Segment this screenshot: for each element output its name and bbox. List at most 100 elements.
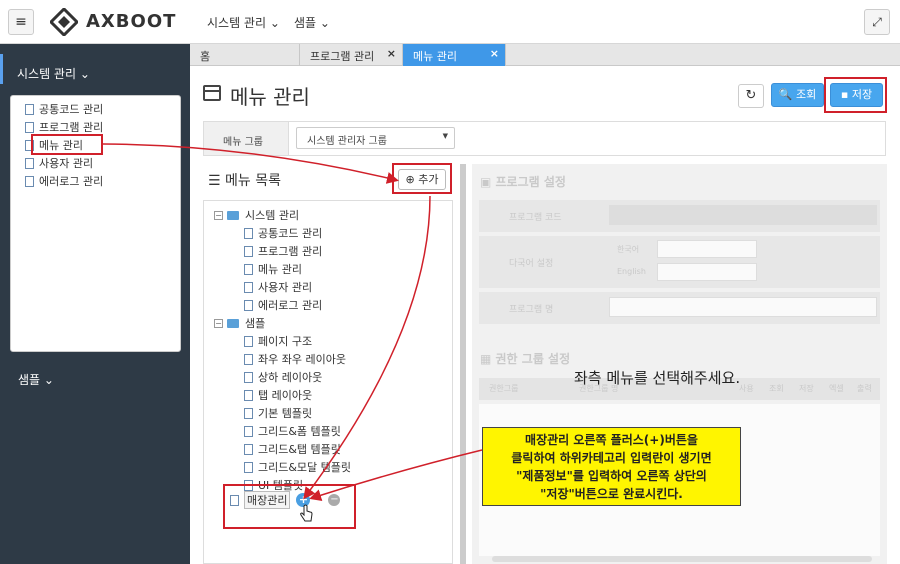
menu-list-title: ☰ 메뉴 목록 (208, 170, 281, 190)
tree-node[interactable]: 사용자 관리 (244, 278, 351, 296)
select-menu-message: 좌측 메뉴를 선택해주세요. (574, 369, 741, 387)
col-read: 조회 (769, 384, 784, 393)
tree-node[interactable]: 기본 템플릿 (244, 404, 351, 422)
file-icon (244, 299, 253, 311)
col-save: 저장 (799, 384, 814, 393)
annotation-box-new-item (223, 484, 356, 529)
tree-node-label: 기본 템플릿 (258, 407, 313, 420)
program-code-label: 프로그램 코드 (509, 213, 562, 223)
tab-label: 프로그램 관리 (310, 50, 375, 63)
tree-node[interactable]: 탭 레이아웃 (244, 386, 351, 404)
tree-node[interactable]: 상하 레이아웃 (244, 368, 351, 386)
program-name-select[interactable] (609, 297, 877, 317)
close-icon[interactable]: × (387, 47, 396, 60)
tab-label: 메뉴 관리 (413, 50, 457, 63)
list-icon: ☰ (208, 173, 221, 189)
english-label: English (617, 267, 646, 276)
tree-node[interactable]: 그리드&탭 템플릿 (244, 440, 351, 458)
tree-node[interactable]: 그리드&모달 템플릿 (244, 458, 351, 476)
col-print: 출력 (857, 384, 872, 393)
tree-node-label: 좌우 좌우 레이아웃 (258, 353, 346, 366)
collapse-toggle-icon[interactable]: − (214, 210, 223, 220)
panel-splitter[interactable] (460, 164, 466, 564)
annotation-box-sidebar-menu (31, 134, 103, 155)
menu-group-label: 메뉴 그룹 (204, 122, 289, 155)
tab-label: 홈 (200, 50, 211, 63)
file-icon (244, 263, 253, 275)
sidebar-item-label: 프로그램 관리 (39, 121, 104, 134)
annotation-box-add (392, 163, 452, 194)
search-button-label: 조회 (795, 88, 817, 101)
english-input[interactable] (657, 263, 757, 281)
tree-node-label: 그리드&폼 템플릿 (258, 425, 341, 438)
sidebar: 시스템 관리 ⌄ 공통코드 관리 프로그램 관리 메뉴 관리 사용자 관리 에러… (0, 44, 190, 564)
refresh-button[interactable]: ↻ (738, 84, 764, 108)
page-title: 메뉴 관리 (230, 85, 310, 109)
file-icon (244, 281, 253, 293)
logo-text: AXBOOT (86, 11, 177, 32)
tree-node-label: 그리드&모달 템플릿 (258, 461, 352, 474)
tree-node-label: 상하 레이아웃 (258, 371, 323, 384)
search-button[interactable]: 🔍 조회 (771, 83, 824, 107)
file-icon (25, 103, 34, 115)
sidebar-item-error-log[interactable]: 에러로그 관리 (25, 172, 180, 190)
tab-menu-management[interactable]: 메뉴 관리 × (403, 44, 506, 66)
auth-group-title-text: 권한 그룹 설정 (495, 352, 571, 366)
hamburger-menu-icon[interactable]: ≡ (8, 9, 34, 35)
tab-home[interactable]: 홈 (190, 44, 300, 66)
korean-input[interactable] (657, 240, 757, 258)
collapse-toggle-icon[interactable]: − (214, 318, 223, 328)
tree-node[interactable]: 공통코드 관리 (244, 224, 351, 242)
tree-node[interactable]: 에러로그 관리 (244, 296, 351, 314)
file-icon (244, 407, 253, 419)
program-settings-title: ▣ 프로그램 설정 (480, 175, 566, 189)
tree-node-label: 공통코드 관리 (258, 227, 323, 240)
sidebar-item-common-code[interactable]: 공통코드 관리 (25, 100, 180, 118)
horizontal-scrollbar[interactable] (492, 556, 872, 562)
col-auth: 권한그룹 (489, 384, 519, 393)
chevron-down-icon: ▼ (442, 132, 448, 140)
topnav-system-management[interactable]: 시스템 관리 ⌄ (207, 14, 280, 31)
sidebar-section-sample[interactable]: 샘플 ⌄ (18, 371, 54, 388)
tree-node-label: 샘플 (245, 317, 266, 330)
file-icon (244, 335, 253, 347)
file-icon (244, 425, 253, 437)
close-icon[interactable]: × (490, 47, 499, 60)
program-code-row: 프로그램 코드 (479, 200, 880, 232)
callout-line: "저장"버튼으로 완료시킨다. (540, 487, 683, 501)
tree-node[interactable]: 좌우 좌우 레이아웃 (244, 350, 351, 368)
multilang-row: 다국어 설정 한국어 English (479, 236, 880, 288)
topnav-sample[interactable]: 샘플 ⌄ (294, 14, 330, 31)
file-icon (244, 461, 253, 473)
program-name-label: 프로그램 명 (509, 305, 554, 315)
search-icon: 🔍 (778, 88, 793, 101)
sidebar-section-system[interactable]: 시스템 관리 ⌄ (0, 54, 190, 84)
tree-node-label: 탭 레이아웃 (258, 389, 313, 402)
fullscreen-icon[interactable]: ⤢ (864, 9, 890, 35)
tree-node[interactable]: 메뉴 관리 (244, 260, 351, 278)
file-icon (25, 157, 34, 169)
file-icon (25, 175, 34, 187)
menu-group-select[interactable]: 시스템 관리자 그룹 ▼ (296, 127, 455, 149)
file-icon (25, 121, 34, 133)
tab-program-management[interactable]: 프로그램 관리 × (300, 44, 403, 66)
tree-node[interactable]: 프로그램 관리 (244, 242, 351, 260)
callout-line: "제품정보"를 입력하여 오른쪽 상단의 (516, 469, 707, 483)
program-code-input[interactable] (609, 205, 877, 225)
tree-node[interactable]: 그리드&폼 템플릿 (244, 422, 351, 440)
instruction-callout: 매장관리 오른쪽 플러스(+)버튼을 클릭하여 하위카테고리 입력란이 생기면 … (482, 427, 741, 506)
multilang-label: 다국어 설정 (509, 259, 554, 269)
tree-node-system[interactable]: − 시스템 관리 (214, 206, 351, 224)
annotation-box-save (824, 77, 887, 113)
tree-node[interactable]: 페이지 구조 (244, 332, 351, 350)
tree-node-sample[interactable]: − 샘플 (214, 314, 351, 332)
select-value: 시스템 관리자 그룹 (307, 136, 387, 147)
program-name-row: 프로그램 명 (479, 292, 880, 324)
auth-group-title: ▦ 권한 그룹 설정 (480, 352, 571, 366)
callout-line: 클릭하여 하위카테고리 입력란이 생기면 (511, 451, 712, 465)
korean-label: 한국어 (617, 245, 640, 254)
folder-icon (227, 210, 239, 220)
sidebar-item-user[interactable]: 사용자 관리 (25, 154, 180, 172)
program-settings-title-text: 프로그램 설정 (495, 175, 566, 189)
tree-node-label: 사용자 관리 (258, 281, 313, 294)
